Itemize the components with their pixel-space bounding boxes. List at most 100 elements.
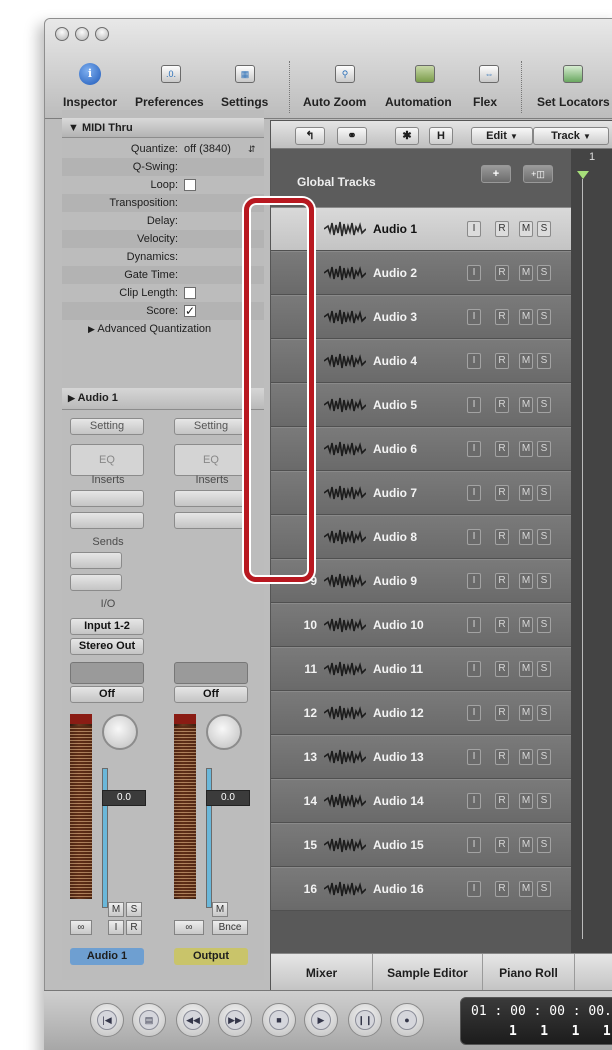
mute-button[interactable]: M [519, 353, 533, 369]
volume-fader[interactable]: 0.0 [102, 790, 146, 806]
param-transposition[interactable]: Transposition: [62, 194, 264, 212]
record-enable-button[interactable]: R [495, 353, 509, 369]
record-enable-button[interactable]: R [495, 485, 509, 501]
edit-menu[interactable]: Edit ▼ [471, 127, 533, 145]
preferences-icon[interactable]: .0. [161, 65, 181, 83]
solo-button[interactable]: S [537, 705, 551, 721]
record-enable-button[interactable]: R [495, 573, 509, 589]
param-loop[interactable]: Loop: [62, 176, 264, 194]
input-monitor-button[interactable]: I [467, 793, 481, 809]
solo-button[interactable]: S [537, 485, 551, 501]
solo-button[interactable]: S [537, 837, 551, 853]
region-parameters-header[interactable]: ▼ MIDI Thru [62, 118, 264, 138]
volume-fader[interactable]: 0.0 [206, 790, 250, 806]
param-value[interactable]: off (3840) [184, 140, 231, 158]
track-row[interactable]: 14 Audio 14 I R M S [271, 779, 571, 823]
record-enable-button[interactable]: R [495, 837, 509, 853]
flex-icon[interactable]: ⇔ [479, 65, 499, 83]
solo-button[interactable]: S [126, 902, 142, 917]
bounce-button[interactable]: Bnce [212, 920, 248, 935]
settings-icon[interactable]: ▦ [235, 65, 255, 83]
track-name[interactable]: Audio 5 [373, 398, 417, 412]
param-quantize[interactable]: Quantize: off (3840) ⇵ [62, 140, 264, 158]
toolbar-flex-label[interactable]: Flex [473, 95, 497, 109]
mute-button[interactable]: M [108, 902, 124, 917]
stepper-icon[interactable]: ⇵ [248, 140, 256, 158]
solo-button[interactable]: S [537, 441, 551, 457]
mute-button[interactable]: M [519, 441, 533, 457]
solo-button[interactable]: S [537, 661, 551, 677]
go-to-beginning-button[interactable]: |◀ [90, 1003, 124, 1037]
volume-fader-track[interactable] [206, 768, 212, 908]
record-enable-button[interactable]: R [495, 265, 509, 281]
hide-button[interactable]: H [429, 127, 453, 145]
track-row[interactable]: Audio 6 IRMS [271, 427, 571, 471]
play-button[interactable]: ▶ [304, 1003, 338, 1037]
track-name[interactable]: Audio 14 [373, 794, 424, 808]
output-select[interactable]: Stereo Out [70, 638, 144, 655]
track-name[interactable]: Audio 10 [373, 618, 424, 632]
input-monitor-button[interactable]: I [467, 749, 481, 765]
solo-button[interactable]: S [537, 353, 551, 369]
mute-button[interactable]: M [519, 749, 533, 765]
solo-button[interactable]: S [537, 573, 551, 589]
transport-display[interactable]: 01 : 00 : 00 : 00.00 1 1 1 1 [460, 997, 612, 1045]
input-monitor-button[interactable]: I [467, 353, 481, 369]
send-slot[interactable] [70, 574, 122, 591]
catch-icon[interactable]: ✱ [395, 127, 419, 145]
channel-name[interactable]: Output [174, 948, 248, 965]
tab-piano-roll[interactable]: Piano Roll [483, 954, 575, 992]
track-parameters-header[interactable]: ▶ Audio 1 [62, 388, 264, 410]
param-q-swing[interactable]: Q-Swing: [62, 158, 264, 176]
solo-button[interactable]: S [537, 309, 551, 325]
mute-button[interactable]: M [519, 529, 533, 545]
setting-button[interactable]: Setting [174, 418, 248, 435]
input-monitor-button[interactable]: I [467, 617, 481, 633]
track-row[interactable]: Audio 1 IRMS [271, 207, 571, 251]
fast-forward-button[interactable]: ▶▶ [218, 1003, 252, 1037]
close-window-button[interactable] [55, 27, 69, 41]
clip-length-checkbox[interactable] [184, 287, 196, 300]
input-monitor-button[interactable]: I [467, 265, 481, 281]
track-name[interactable]: Audio 7 [373, 486, 417, 500]
minimize-window-button[interactable] [75, 27, 89, 41]
solo-button[interactable]: S [537, 265, 551, 281]
pan-knob[interactable] [102, 714, 138, 750]
link-icon[interactable]: ∞ [70, 920, 92, 935]
record-enable-button[interactable]: R [495, 661, 509, 677]
input-select[interactable]: Input 1-2 [70, 618, 144, 635]
playhead-icon[interactable] [577, 171, 589, 179]
mute-button[interactable]: M [519, 573, 533, 589]
record-enable-button[interactable]: R [495, 397, 509, 413]
record-enable-button[interactable]: R [126, 920, 142, 935]
input-monitor-button[interactable]: I [108, 920, 124, 935]
score-checkbox[interactable]: ✓ [184, 305, 196, 318]
toolbar-auto-zoom-label[interactable]: Auto Zoom [303, 95, 366, 109]
track-name[interactable]: Audio 8 [373, 530, 417, 544]
mute-button[interactable]: M [519, 705, 533, 721]
automation-mode-select[interactable]: Off [174, 686, 248, 703]
track-name[interactable]: Audio 12 [373, 706, 424, 720]
record-enable-button[interactable]: R [495, 441, 509, 457]
track-name[interactable]: Audio 15 [373, 838, 424, 852]
track-row[interactable]: 10 Audio 10 I R M S [271, 603, 571, 647]
input-monitor-button[interactable]: I [467, 881, 481, 897]
stop-button[interactable]: ■ [262, 1003, 296, 1037]
insert-slot[interactable] [70, 490, 144, 507]
track-menu[interactable]: Track ▼ [533, 127, 609, 145]
solo-button[interactable]: S [537, 529, 551, 545]
zoom-window-button[interactable] [95, 27, 109, 41]
mute-button[interactable]: M [519, 793, 533, 809]
input-monitor-button[interactable]: I [467, 309, 481, 325]
solo-button[interactable]: S [537, 617, 551, 633]
input-monitor-button[interactable]: I [467, 529, 481, 545]
record-button[interactable]: ● [390, 1003, 424, 1037]
track-name[interactable]: Audio 2 [373, 266, 417, 280]
record-enable-button[interactable]: R [495, 705, 509, 721]
toolbar-settings-label[interactable]: Settings [221, 95, 268, 109]
group-slot[interactable] [174, 662, 248, 684]
advanced-quantization-row[interactable]: ▶ Advanced Quantization [62, 320, 264, 338]
setting-button[interactable]: Setting [70, 418, 144, 435]
send-slot[interactable] [70, 552, 122, 569]
mute-button[interactable]: M [519, 265, 533, 281]
